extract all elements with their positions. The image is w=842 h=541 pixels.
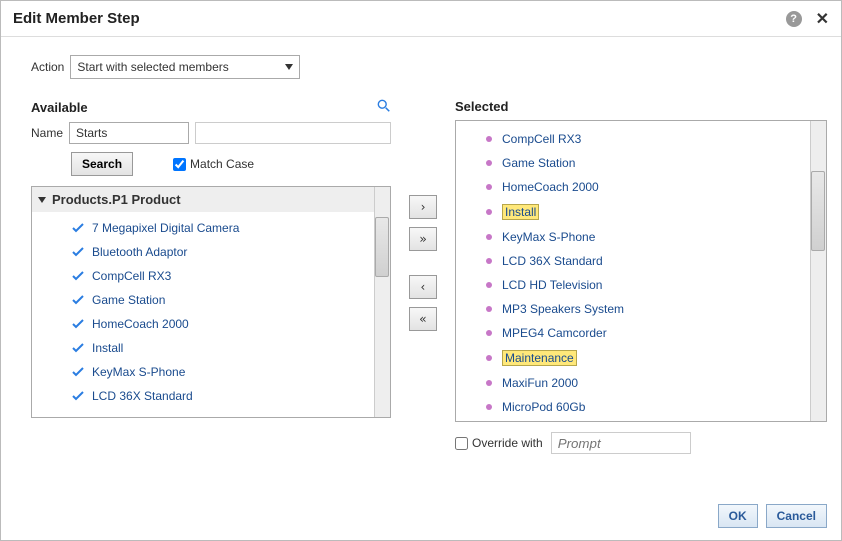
action-select[interactable]: Start with selected members [70,55,300,79]
selected-list-box[interactable]: CompCell RX3 Game Station HomeCoach 2000 In… [455,120,827,422]
move-right-button[interactable]: › [409,195,437,219]
selected-item[interactable]: KeyMax S-Phone [456,225,826,249]
selected-item-label: KeyMax S-Phone [502,230,595,244]
check-icon [72,223,84,233]
bullet-icon [486,160,492,166]
selected-heading: Selected [455,99,508,114]
action-label: Action [31,60,64,74]
bullet-icon [486,330,492,336]
selected-scroll-thumb[interactable] [811,171,825,251]
bullet-icon [486,404,492,410]
selected-item[interactable]: HomeCoach 2000 [456,175,826,199]
tree-root-row[interactable]: Products.P1 Product [32,187,390,212]
edit-member-step-dialog: Edit Member Step ? ✕ Action Start with s… [0,0,842,541]
bullet-icon [486,209,492,215]
selected-item-label: MicroPod 60Gb [502,400,585,414]
ok-button[interactable]: OK [718,504,758,528]
check-icon [72,319,84,329]
tree-item[interactable]: KeyMax S-Phone [32,360,390,384]
selected-item-label: LCD HD Television [502,278,602,292]
check-icon [72,391,84,401]
selected-item[interactable]: LCD HD Television [456,273,826,297]
search-icon[interactable] [377,99,391,116]
tree-item[interactable]: Bluetooth Adaptor [32,240,390,264]
tree-item-label: 7 Megapixel Digital Camera [92,221,239,235]
available-heading: Available [31,100,88,115]
selected-item-label: MP3 Speakers System [502,302,624,316]
bullet-icon [486,136,492,142]
selected-item[interactable]: Maintenance [456,345,826,371]
close-icon[interactable]: ✕ [816,9,829,29]
selected-scrollbar[interactable] [810,121,826,421]
search-button[interactable]: Search [71,152,133,176]
selected-item[interactable]: MicroPod 60Gb [456,395,826,419]
bullet-icon [486,234,492,240]
available-tree[interactable]: Products.P1 Product 7 Megapixel Digital … [31,186,391,418]
override-with-checkbox-row[interactable]: Override with [455,436,543,450]
available-scrollbar[interactable] [374,187,390,417]
tree-item-label: CompCell RX3 [92,269,171,283]
selected-item[interactable]: MaxiFun 2000 [456,371,826,395]
tree-item[interactable]: 7 Megapixel Digital Camera [32,216,390,240]
selected-item-label: HomeCoach 2000 [502,180,599,194]
tree-root-label: Products.P1 Product [52,192,181,207]
selected-item[interactable]: MPEG4 Camcorder [456,321,826,345]
tree-item[interactable]: Install [32,336,390,360]
dialog-title: Edit Member Step [13,10,140,27]
bullet-icon [486,355,492,361]
move-all-right-button[interactable]: » [409,227,437,251]
tree-item[interactable]: LCD 36X Standard [32,384,390,408]
match-case-checkbox[interactable] [173,158,186,171]
name-match-value: Starts [76,126,107,140]
dialog-titlebar: Edit Member Step ? ✕ [1,1,841,37]
tree-item-label: HomeCoach 2000 [92,317,189,331]
action-select-value: Start with selected members [77,60,228,74]
tree-item[interactable]: CompCell RX3 [32,264,390,288]
move-left-button[interactable]: ‹ [409,275,437,299]
bullet-icon [486,380,492,386]
help-icon[interactable]: ? [786,11,802,27]
tree-item[interactable]: HomeCoach 2000 [32,312,390,336]
selected-item-label: MaxiFun 2000 [502,376,578,390]
match-case-label: Match Case [190,157,254,171]
selected-item-label: LCD 36X Standard [502,254,603,268]
selected-item[interactable]: Game Station [456,151,826,175]
bullet-icon [486,282,492,288]
selected-item[interactable]: CompCell RX3 [456,127,826,151]
name-label: Name [31,126,63,140]
override-with-input[interactable] [551,432,691,454]
cancel-button[interactable]: Cancel [766,504,827,528]
tree-item-label: Install [92,341,123,355]
available-scroll-thumb[interactable] [375,217,389,277]
selected-item-label: MPEG4 Camcorder [502,326,607,340]
selected-item-label: CompCell RX3 [502,132,581,146]
bullet-icon [486,184,492,190]
check-icon [72,247,84,257]
selected-item-label: Maintenance [502,350,577,366]
disclosure-icon [38,197,46,203]
tree-item-label: Bluetooth Adaptor [92,245,187,259]
tree-item[interactable]: Game Station [32,288,390,312]
chevron-down-icon [285,64,293,70]
override-with-checkbox[interactable] [455,437,468,450]
check-icon [72,343,84,353]
tree-item-label: KeyMax S-Phone [92,365,185,379]
selected-item[interactable]: MP3 Speakers System [456,297,826,321]
match-case-checkbox-row[interactable]: Match Case [173,157,254,171]
name-filter-input[interactable] [195,122,391,144]
check-icon [72,367,84,377]
bullet-icon [486,306,492,312]
check-icon [72,271,84,281]
move-all-left-button[interactable]: « [409,307,437,331]
selected-item[interactable]: LCD 36X Standard [456,249,826,273]
selected-item-label: Install [502,204,539,220]
selected-item-label: Game Station [502,156,575,170]
tree-item-label: Game Station [92,293,165,307]
tree-item-label: LCD 36X Standard [92,389,193,403]
selected-item[interactable]: Install [456,199,826,225]
override-label: Override with [472,436,543,450]
name-match-select[interactable]: Starts [69,122,189,144]
check-icon [72,295,84,305]
bullet-icon [486,258,492,264]
